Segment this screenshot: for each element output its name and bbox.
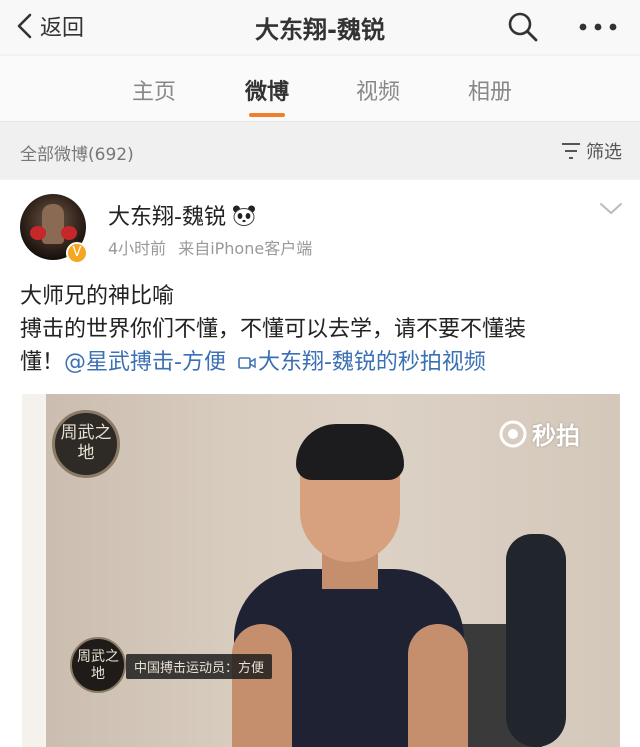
watermark-label: 秒拍 [532, 422, 580, 450]
post-author-row: 大东翔-魏锐 [108, 199, 256, 231]
chevron-down-icon[interactable] [598, 200, 624, 218]
verified-badge-icon: V [66, 242, 88, 264]
post-text-line: 大师兄的神比喻 [20, 284, 175, 309]
avatar-glove-left [30, 226, 46, 240]
top-nav-bar: 返回 大东翔-魏锐 [0, 0, 640, 54]
post-count-label: 全部微博(692) [20, 145, 134, 165]
author-name[interactable]: 大东翔-魏锐 [108, 199, 226, 231]
search-icon[interactable] [505, 9, 541, 45]
person-arm-right [408, 624, 468, 747]
avatar-figure [42, 204, 64, 244]
video-caption: 中国搏击运动员：方便 [126, 654, 273, 679]
active-tab-indicator [249, 113, 285, 117]
video-thumbnail[interactable]: 周武之地 秒拍 周武之地 中国搏击运动员：方便 [22, 394, 620, 747]
avatar-glove-right [61, 226, 77, 240]
filter-button[interactable]: 筛选 [560, 138, 622, 164]
miaopai-watermark: 秒拍 [498, 416, 580, 451]
caption-logo: 周武之地 [70, 637, 126, 693]
miaopai-icon [499, 420, 527, 447]
profile-tabs: 主页 微博 视频 相册 [0, 56, 640, 122]
post-text-line-with-links: 懂！@星武搏击-方便 大东翔-魏锐的秒拍视频 [20, 346, 620, 379]
post-source: 来自iPhone客户端 [178, 239, 313, 258]
post-time: 4小时前 [108, 239, 167, 258]
tab-home[interactable]: 主页 [114, 74, 194, 106]
more-dots-icon[interactable] [575, 9, 621, 45]
video-link-icon [238, 357, 256, 369]
post-text-line: 懂！ [20, 350, 65, 375]
page-title: 大东翔-魏锐 [255, 16, 385, 44]
person-hair [296, 424, 404, 480]
tab-album[interactable]: 相册 [450, 74, 530, 106]
person-arm-left [232, 624, 292, 747]
tab-video[interactable]: 视频 [338, 74, 418, 106]
channel-logo: 周武之地 [52, 410, 120, 478]
post-meta: 4小时前 来自iPhone客户端 [108, 235, 312, 259]
post-text: 大师兄的神比喻 搏击的世界你们不懂，不懂可以去学，请不要不懂装 懂！@星武搏击-… [20, 280, 620, 379]
video-link-label: 大东翔-魏锐的秒拍视频 [257, 350, 486, 375]
filter-bar: 全部微博(692) 筛选 [0, 123, 640, 178]
tab-weibo[interactable]: 微博 [227, 74, 307, 106]
wall-edge [22, 394, 46, 747]
mention-link[interactable]: @星武搏击-方便 [64, 350, 226, 375]
video-link[interactable]: 大东翔-魏锐的秒拍视频 [238, 350, 486, 375]
panda-icon [232, 205, 255, 226]
guitar-case [506, 534, 566, 747]
filter-label: 筛选 [586, 142, 622, 163]
post-text-line: 搏击的世界你们不懂，不懂可以去学，请不要不懂装 [20, 317, 527, 342]
filter-icon [562, 143, 580, 159]
